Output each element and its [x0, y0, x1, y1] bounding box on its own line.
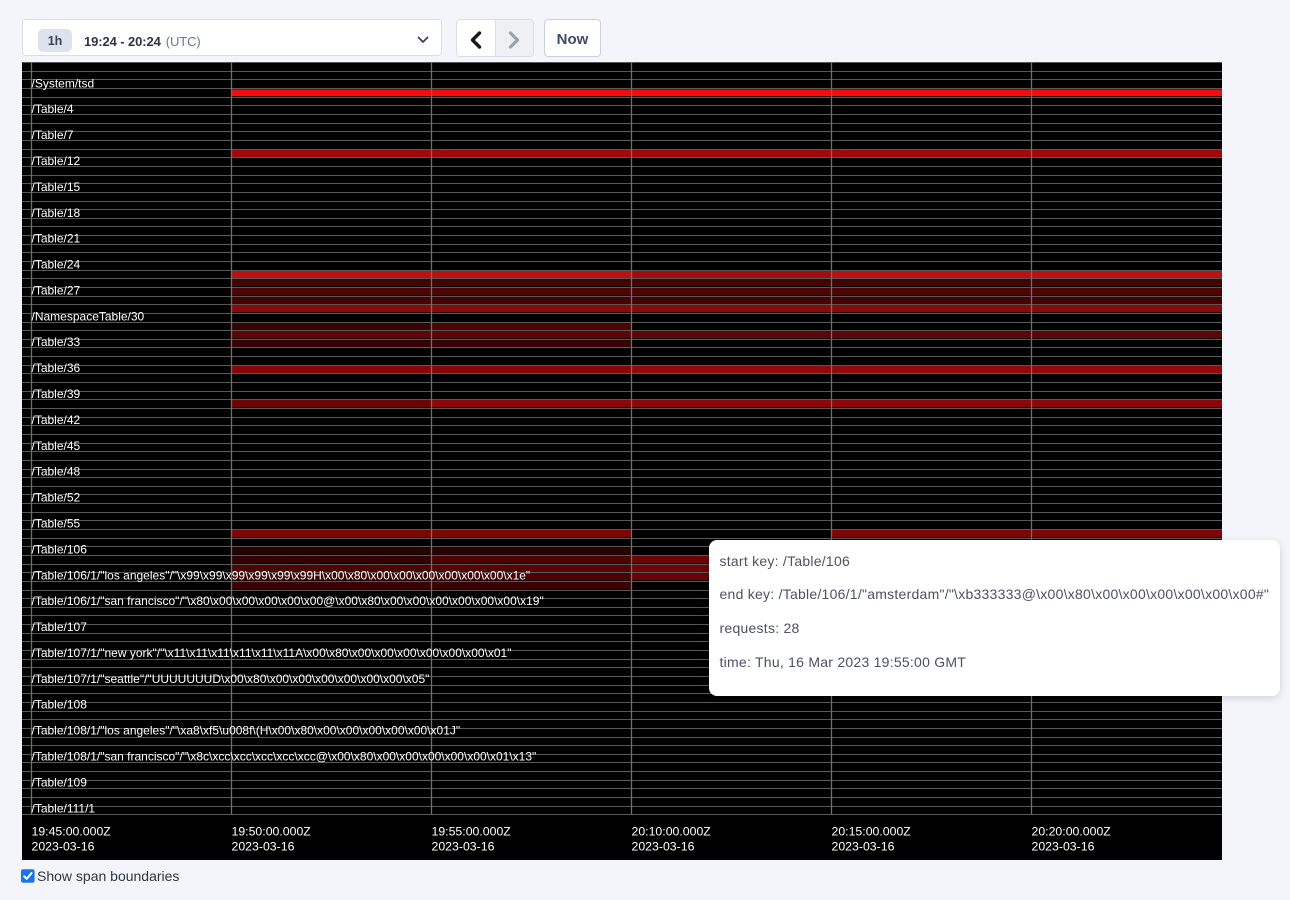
svg-text:/Table/15: /Table/15 — [32, 180, 81, 194]
svg-text:/Table/24: /Table/24 — [32, 258, 81, 272]
svg-text:/Table/109: /Table/109 — [32, 775, 88, 789]
svg-text:/Table/4: /Table/4 — [32, 102, 74, 116]
svg-text:/Table/42: /Table/42 — [32, 413, 81, 427]
svg-text:/Table/106: /Table/106 — [32, 542, 88, 556]
svg-text:20:15:00.000Z: 20:15:00.000Z — [832, 825, 912, 839]
svg-text:/Table/107/1/"new york"/"\x11\: /Table/107/1/"new york"/"\x11\x11\x11\x1… — [32, 646, 512, 660]
svg-text:/Table/18: /Table/18 — [32, 206, 81, 220]
svg-text:/Table/27: /Table/27 — [32, 283, 81, 297]
svg-text:19:50:00.000Z: 19:50:00.000Z — [232, 825, 312, 839]
svg-text:2023-03-16: 2023-03-16 — [432, 840, 495, 854]
svg-text:/Table/21: /Table/21 — [32, 232, 81, 246]
svg-text:/Table/48: /Table/48 — [32, 465, 81, 479]
svg-text:19:55:00.000Z: 19:55:00.000Z — [432, 825, 512, 839]
svg-text:/Table/52: /Table/52 — [32, 491, 81, 505]
svg-text:2023-03-16: 2023-03-16 — [632, 840, 695, 854]
svg-text:/Table/39: /Table/39 — [32, 387, 81, 401]
svg-text:/Table/107: /Table/107 — [32, 620, 88, 634]
svg-text:/Table/111/1: /Table/111/1 — [32, 801, 96, 815]
svg-text:20:20:00.000Z: 20:20:00.000Z — [1032, 825, 1112, 839]
svg-text:/Table/45: /Table/45 — [32, 439, 81, 453]
svg-text:2023-03-16: 2023-03-16 — [1032, 840, 1095, 854]
svg-text:/Table/106/1/"los angeles"/"\x: /Table/106/1/"los angeles"/"\x99\x99\x99… — [32, 568, 531, 582]
svg-text:/Table/7: /Table/7 — [32, 128, 74, 142]
svg-text:/NamespaceTable/30: /NamespaceTable/30 — [32, 309, 145, 323]
svg-text:2023-03-16: 2023-03-16 — [232, 840, 295, 854]
svg-text:/Table/33: /Table/33 — [32, 335, 81, 349]
svg-text:/Table/12: /Table/12 — [32, 154, 81, 168]
svg-text:/Table/55: /Table/55 — [32, 517, 81, 531]
svg-text:2023-03-16: 2023-03-16 — [32, 840, 95, 854]
svg-text:19:45:00.000Z: 19:45:00.000Z — [32, 825, 112, 839]
svg-text:2023-03-16: 2023-03-16 — [832, 840, 895, 854]
svg-text:/Table/36: /Table/36 — [32, 361, 81, 375]
svg-text:/Table/106/1/"san francisco"/": /Table/106/1/"san francisco"/"\x80\x00\x… — [32, 594, 544, 608]
svg-text:/System/tsd: /System/tsd — [32, 76, 95, 90]
svg-text:/Table/108/1/"san francisco"/": /Table/108/1/"san francisco"/"\x8c\xcc\x… — [32, 750, 537, 764]
svg-text:20:10:00.000Z: 20:10:00.000Z — [632, 825, 712, 839]
svg-text:/Table/108: /Table/108 — [32, 698, 88, 712]
svg-text:/Table/108/1/"los angeles"/"\x: /Table/108/1/"los angeles"/"\xa8\xf5\u00… — [32, 724, 461, 738]
svg-text:/Table/107/1/"seattle"/"UUUUUU: /Table/107/1/"seattle"/"UUUUUUUD\x00\x80… — [32, 672, 430, 686]
